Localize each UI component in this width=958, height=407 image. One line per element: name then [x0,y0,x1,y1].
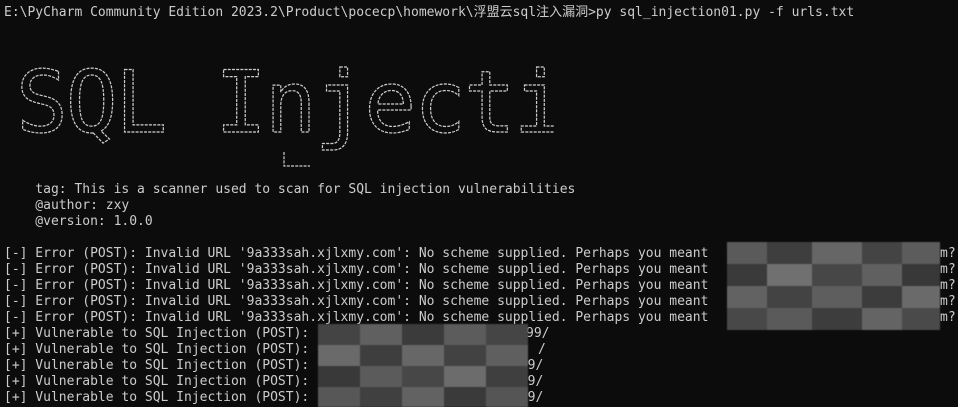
error-line-tail: m? [940,294,956,309]
redacted-region-bottom [318,324,528,407]
error-line-tail: m? [940,246,956,261]
command-line: E:\PyCharm Community Edition 2023.2\Prod… [4,5,855,20]
vulnerable-line: [+] Vulnerable to SQL Injection (POST): [4,390,310,405]
version-line: @version: 1.0.0 [4,214,153,229]
error-line-tail: m? [940,310,956,325]
error-line-tail: m? [940,278,956,293]
tag-line: tag: This is a scanner used to scan for … [4,182,576,197]
error-line-tail: m? [940,262,956,277]
banner-text: SQL Injection [16,53,554,153]
vulnerable-line: [+] Vulnerable to SQL Injection (POST): [4,358,310,373]
redacted-region-right [727,242,940,330]
error-line: [-] Error (POST): Invalid URL '9a333sah.… [4,262,709,277]
vulnerable-line-tail: / [538,342,546,357]
vulnerable-line: [+] Vulnerable to SQL Injection (POST): [4,342,310,357]
author-line: @author: zxy [4,198,130,213]
ascii-art-banner: SQL Injection [14,44,554,174]
vulnerable-line: [+] Vulnerable to SQL Injection (POST): [4,374,310,389]
error-line: [-] Error (POST): Invalid URL '9a333sah.… [4,294,709,309]
vulnerable-line: [+] Vulnerable to SQL Injection (POST): [4,326,310,341]
vulnerable-line-tail: 99/ [526,326,550,341]
terminal-window[interactable]: E:\PyCharm Community Edition 2023.2\Prod… [0,0,958,407]
error-line: [-] Error (POST): Invalid URL '9a333sah.… [4,246,709,261]
error-line: [-] Error (POST): Invalid URL '9a333sah.… [4,278,709,293]
